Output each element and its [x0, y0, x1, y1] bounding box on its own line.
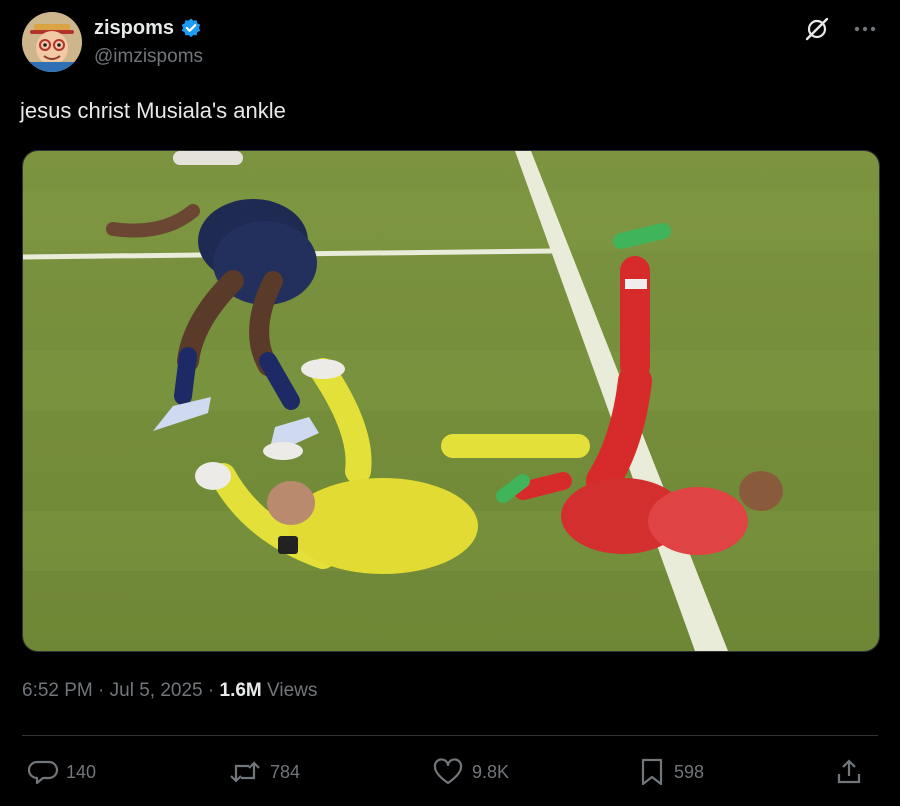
post-date[interactable]: Jul 5, 2025	[110, 680, 203, 701]
reply-icon	[28, 757, 58, 787]
meta-separator: ·	[207, 680, 215, 701]
retweet-icon	[228, 757, 262, 787]
heart-icon	[432, 757, 464, 787]
tweet-meta: 6:52 PM · Jul 5, 2025 · 1.6M Views	[22, 680, 317, 702]
top-right-actions	[804, 16, 878, 42]
reply-count: 140	[66, 761, 97, 782]
meta-separator: ·	[98, 680, 105, 701]
bookmark-button[interactable]: 598	[638, 752, 704, 792]
handle[interactable]: @imzispoms	[94, 46, 203, 68]
bookmark-count: 598	[674, 761, 705, 782]
bookmark-icon	[638, 757, 666, 787]
verified-badge-icon	[180, 17, 202, 39]
more-icon[interactable]	[852, 16, 878, 42]
action-bar: 140 784 9.8K 598	[22, 752, 878, 792]
tweet-media[interactable]	[22, 150, 880, 652]
retweet-count: 784	[270, 761, 301, 782]
share-button[interactable]	[834, 752, 864, 792]
cartoon-avatar	[22, 12, 82, 72]
reply-button[interactable]: 140	[28, 752, 96, 792]
grok-icon[interactable]	[804, 16, 830, 42]
author-names: zispoms @imzispoms	[94, 14, 203, 68]
retweet-button[interactable]: 784	[228, 752, 300, 792]
views-label: Views	[267, 680, 318, 701]
tweet-text: jesus christ Musiala's ankle	[20, 98, 286, 123]
share-icon	[834, 757, 864, 787]
avatar[interactable]	[22, 12, 82, 72]
views-count: 1.6M	[219, 680, 262, 701]
like-button[interactable]: 9.8K	[432, 752, 509, 792]
media-image	[23, 151, 879, 651]
display-name-row[interactable]: zispoms	[94, 14, 203, 42]
post-time[interactable]: 6:52 PM	[22, 680, 93, 701]
tweet-header: zispoms @imzispoms	[22, 12, 878, 74]
like-count: 9.8K	[472, 761, 510, 782]
display-name[interactable]: zispoms	[94, 17, 174, 40]
divider	[22, 735, 878, 736]
